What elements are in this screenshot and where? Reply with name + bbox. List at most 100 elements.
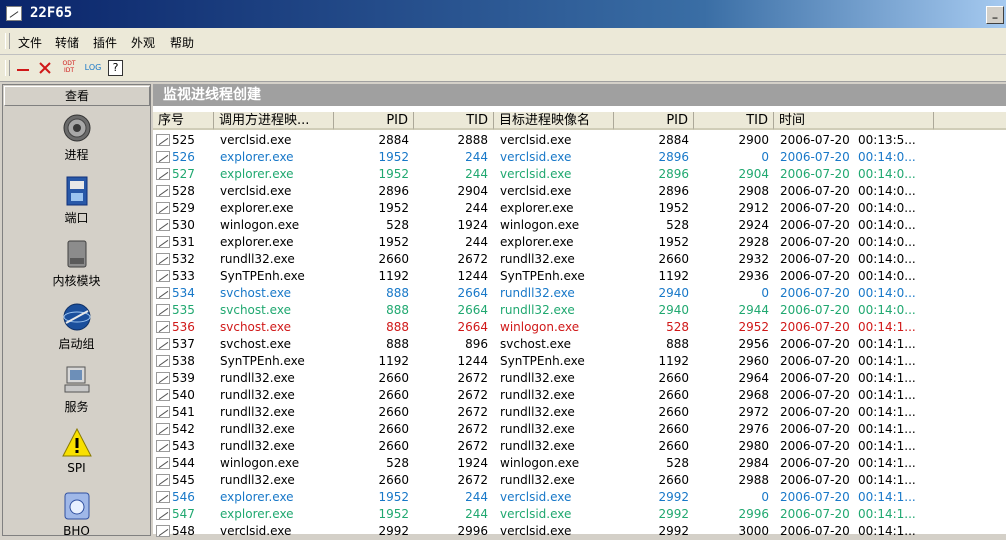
table-row[interactable]: 545 rundll32.exe 2660 2672 rundll32.exe 2660 2… bbox=[153, 472, 1006, 489]
cell-seq: 543 bbox=[172, 439, 195, 453]
sidebar-item-process[interactable]: 进程 bbox=[3, 112, 150, 163]
cell-target-tid: 2968 bbox=[738, 388, 769, 402]
column-header-caller-pid[interactable]: PID bbox=[334, 112, 414, 130]
cell-target-pid: 528 bbox=[666, 320, 689, 334]
cell-caller-pid: 1952 bbox=[378, 201, 409, 215]
menu-dump[interactable]: 转储 bbox=[55, 34, 79, 51]
cell-caller-tid: 2672 bbox=[457, 388, 488, 402]
cell-target: rundll32.exe bbox=[500, 388, 575, 402]
sidebar-item-bho[interactable]: BHO bbox=[3, 490, 150, 538]
sidebar-item-kernel-modules[interactable]: 内核模块 bbox=[3, 238, 150, 289]
sidebar-item-port[interactable]: 端口 bbox=[3, 175, 150, 226]
sidebar-item-label: 内核模块 bbox=[52, 274, 101, 288]
minus-icon[interactable] bbox=[16, 60, 30, 76]
cell-caller-pid: 888 bbox=[386, 303, 409, 317]
cell-caller-tid: 2672 bbox=[457, 422, 488, 436]
table-row[interactable]: 542 rundll32.exe 2660 2672 rundll32.exe 2660 2… bbox=[153, 421, 1006, 438]
cell-target-tid: 2972 bbox=[738, 405, 769, 419]
cell-time: 00:14:1... bbox=[858, 371, 916, 385]
sidebar-item-label: 进程 bbox=[64, 148, 89, 162]
cell-seq: 538 bbox=[172, 354, 195, 368]
odt-idt-button[interactable]: ODT IDT bbox=[61, 60, 77, 76]
cell-target-pid: 2660 bbox=[658, 371, 689, 385]
table-row[interactable]: 540 rundll32.exe 2660 2672 rundll32.exe 2660 2… bbox=[153, 387, 1006, 404]
table-row[interactable]: 538 SynTPEnh.exe 1192 1244 SynTPEnh.exe 1192 2… bbox=[153, 353, 1006, 370]
x-icon[interactable] bbox=[38, 60, 52, 76]
cell-target-pid: 2992 bbox=[658, 524, 689, 538]
cell-target-tid: 2956 bbox=[738, 337, 769, 351]
row-thread-icon bbox=[156, 134, 170, 146]
cell-seq: 533 bbox=[172, 269, 195, 283]
cell-caller-tid: 244 bbox=[465, 150, 488, 164]
cell-target: SynTPEnh.exe bbox=[500, 354, 585, 368]
cell-caller-tid: 2672 bbox=[457, 439, 488, 453]
cell-caller-pid: 1952 bbox=[378, 235, 409, 249]
table-row[interactable]: 548 verclsid.exe 2992 2996 verclsid.exe 2992 3… bbox=[153, 523, 1006, 540]
table-row[interactable]: 535 svchost.exe 888 2664 rundll32.exe 2940 294… bbox=[153, 302, 1006, 319]
cell-caller-pid: 528 bbox=[386, 456, 409, 470]
cell-target-tid: 2904 bbox=[738, 167, 769, 181]
cell-seq: 525 bbox=[172, 133, 195, 147]
cell-target-tid: 2952 bbox=[738, 320, 769, 334]
cell-caller-tid: 2672 bbox=[457, 473, 488, 487]
help-label: ? bbox=[112, 61, 119, 74]
log-button[interactable]: LOG bbox=[84, 60, 102, 76]
warning-icon bbox=[61, 427, 93, 459]
table-row[interactable]: 544 winlogon.exe 528 1924 winlogon.exe 528 298… bbox=[153, 455, 1006, 472]
column-header-caller[interactable]: 调用方进程映... bbox=[214, 112, 334, 130]
cell-date: 2006-07-20 bbox=[780, 218, 850, 232]
cell-caller: rundll32.exe bbox=[220, 371, 295, 385]
column-header-caller-tid[interactable]: TID bbox=[414, 112, 494, 130]
column-header-target[interactable]: 目标进程映像名 bbox=[494, 112, 614, 130]
cell-target-tid: 2932 bbox=[738, 252, 769, 266]
table-row[interactable]: 525 verclsid.exe 2884 2888 verclsid.exe 2884 2… bbox=[153, 132, 1006, 149]
cell-target: rundll32.exe bbox=[500, 405, 575, 419]
table-row[interactable]: 546 explorer.exe 1952 244 verclsid.exe 2992 0 2… bbox=[153, 489, 1006, 506]
table-row[interactable]: 530 winlogon.exe 528 1924 winlogon.exe 528 292… bbox=[153, 217, 1006, 234]
table-row[interactable]: 531 explorer.exe 1952 244 explorer.exe 1952 29… bbox=[153, 234, 1006, 251]
menu-file[interactable]: 文件 bbox=[18, 34, 42, 51]
cell-target-tid: 0 bbox=[761, 150, 769, 164]
menu-plugin[interactable]: 插件 bbox=[93, 34, 117, 51]
table-row[interactable]: 528 verclsid.exe 2896 2904 verclsid.exe 2896 2… bbox=[153, 183, 1006, 200]
log-label: LOG bbox=[84, 63, 102, 72]
cell-seq: 548 bbox=[172, 524, 195, 538]
menu-appearance[interactable]: 外观 bbox=[131, 34, 155, 51]
table-row[interactable]: 526 explorer.exe 1952 244 verclsid.exe 2896 0 2… bbox=[153, 149, 1006, 166]
table-row[interactable]: 539 rundll32.exe 2660 2672 rundll32.exe 2660 2… bbox=[153, 370, 1006, 387]
cell-target-pid: 2884 bbox=[658, 133, 689, 147]
help-icon[interactable]: ? bbox=[108, 60, 123, 76]
cell-target: svchost.exe bbox=[500, 337, 571, 351]
sidebar-item-spi[interactable]: SPI bbox=[3, 427, 150, 475]
cell-seq: 527 bbox=[172, 167, 195, 181]
sidebar-item-startup[interactable]: 启动组 bbox=[3, 301, 150, 352]
sidebar-item-label: SPI bbox=[67, 461, 86, 475]
table-row[interactable]: 536 svchost.exe 888 2664 winlogon.exe 528 2952… bbox=[153, 319, 1006, 336]
cell-time: 00:13:5... bbox=[858, 133, 916, 147]
table-row[interactable]: 533 SynTPEnh.exe 1192 1244 SynTPEnh.exe 1192 2… bbox=[153, 268, 1006, 285]
cell-seq: 535 bbox=[172, 303, 195, 317]
cell-caller-tid: 244 bbox=[465, 490, 488, 504]
cell-date: 2006-07-20 bbox=[780, 184, 850, 198]
column-header-target-tid[interactable]: TID bbox=[694, 112, 774, 130]
table-row[interactable]: 541 rundll32.exe 2660 2672 rundll32.exe 2660 2… bbox=[153, 404, 1006, 421]
table-row[interactable]: 543 rundll32.exe 2660 2672 rundll32.exe 2660 2… bbox=[153, 438, 1006, 455]
column-header-target-pid[interactable]: PID bbox=[614, 112, 694, 130]
table-row[interactable]: 534 svchost.exe 888 2664 rundll32.exe 2940 0 20… bbox=[153, 285, 1006, 302]
column-header-time[interactable]: 时间 bbox=[774, 112, 934, 130]
process-table-body: 525 verclsid.exe 2884 2888 verclsid.exe 2884 2… bbox=[153, 132, 1006, 540]
table-row[interactable]: 532 rundll32.exe 2660 2672 rundll32.exe 2660 2… bbox=[153, 251, 1006, 268]
menu-help[interactable]: 帮助 bbox=[170, 34, 194, 51]
sidebar-item-services[interactable]: 服务 bbox=[3, 364, 150, 415]
table-row[interactable]: 529 explorer.exe 1952 244 explorer.exe 1952 29… bbox=[153, 200, 1006, 217]
table-row[interactable]: 527 explorer.exe 1952 244 verclsid.exe 2896 29… bbox=[153, 166, 1006, 183]
cell-caller: explorer.exe bbox=[220, 507, 294, 521]
table-row[interactable]: 537 svchost.exe 888 896 svchost.exe 888 2956 20… bbox=[153, 336, 1006, 353]
table-row[interactable]: 547 explorer.exe 1952 244 verclsid.exe 2992 29… bbox=[153, 506, 1006, 523]
column-header-seq[interactable]: 序号 bbox=[153, 112, 214, 130]
cell-caller-pid: 2660 bbox=[378, 405, 409, 419]
minimize-button[interactable]: _ bbox=[986, 6, 1004, 24]
cell-target-tid: 2980 bbox=[738, 439, 769, 453]
cell-time: 00:14:1... bbox=[858, 524, 916, 538]
row-thread-icon bbox=[156, 151, 170, 163]
